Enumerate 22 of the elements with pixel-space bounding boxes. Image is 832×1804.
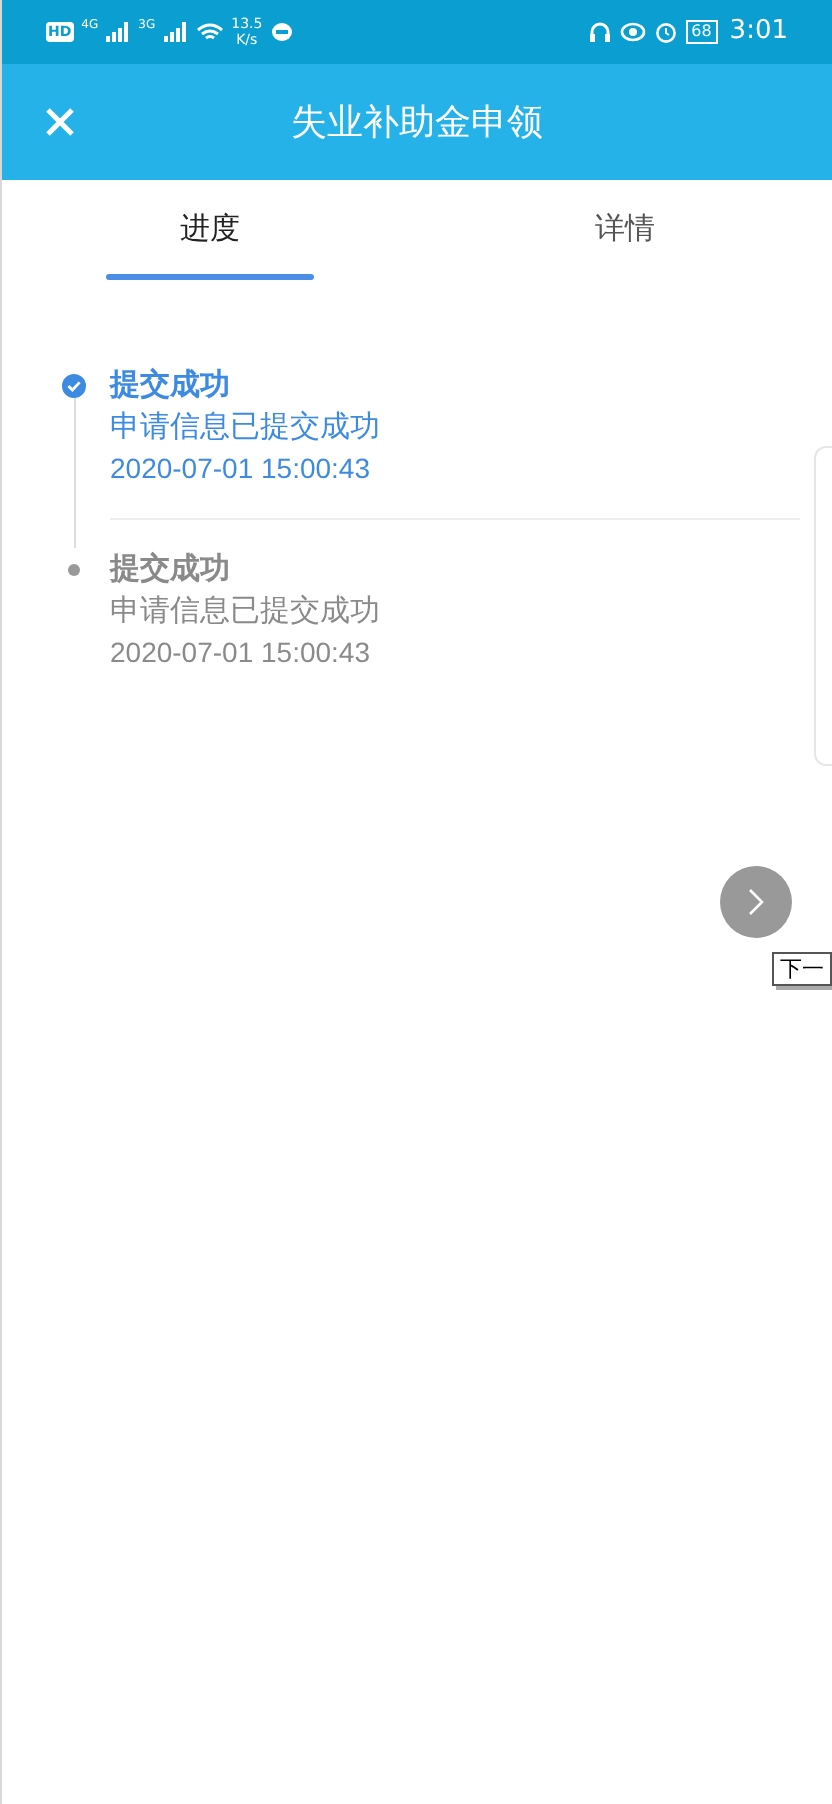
signal-icon [106,22,131,42]
headphones-icon [587,20,612,44]
chevron-right-icon [746,888,766,916]
battery-indicator: 68 [685,20,718,44]
signal-icon [163,22,188,42]
step-time: 2020-07-01 15:00:43 [110,634,372,672]
step-time: 2020-07-01 15:00:43 [110,450,372,488]
step-description: 申请信息已提交成功 [110,406,382,448]
tab[interactable]: 进度 [2,180,417,280]
tab[interactable]: 详情 [417,180,832,280]
next-button[interactable] [720,866,792,938]
close-icon[interactable] [44,106,76,138]
clock-time: 3:01 [729,14,788,51]
eye-icon [619,22,646,42]
alarm-icon [653,20,678,44]
step-title: 提交成功 [110,364,232,406]
step-title: 提交成功 [110,548,232,590]
wifi-icon [195,22,224,42]
app-icon [270,22,295,42]
tooltip: 下一 [772,952,832,986]
step-description: 申请信息已提交成功 [110,590,382,632]
page-title: 失业补助金申领 [291,99,543,147]
